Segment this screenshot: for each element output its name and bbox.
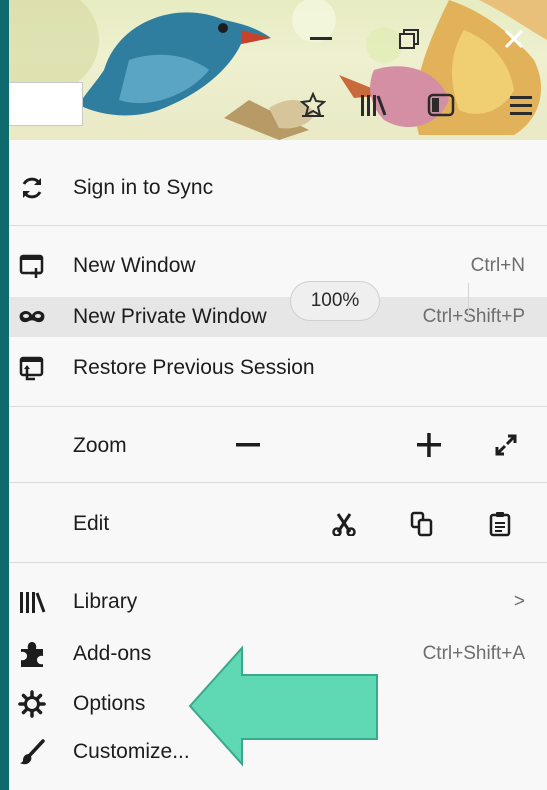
annotation-arrow: [188, 645, 378, 767]
browser-window: Sign in to Sync New Window Ctrl+N New Pr…: [0, 0, 547, 790]
